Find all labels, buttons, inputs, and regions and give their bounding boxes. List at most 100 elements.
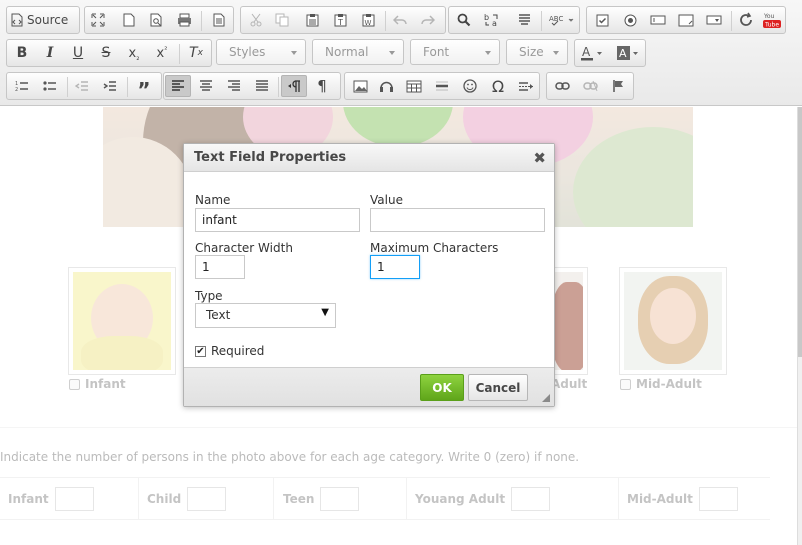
character-width-label: Character Width [195,241,293,255]
numbered-list-button[interactable]: 12 [9,75,35,97]
underline-button[interactable]: U [65,42,91,64]
undo-button[interactable] [387,9,413,31]
table-button[interactable] [401,75,427,97]
outdent-button[interactable] [69,75,95,97]
remove-format-button[interactable]: Tx [183,42,209,64]
indent-button[interactable] [97,75,123,97]
blockquote-button[interactable]: ” [131,75,157,102]
background-color-button[interactable]: A [613,42,645,64]
text-color-icon: A [581,45,602,61]
new-page-button[interactable] [116,9,142,31]
spellcheck-button[interactable]: ABC [545,9,579,31]
format-combo-label: Normal [325,45,369,59]
print-button[interactable] [171,9,197,31]
page-break-button[interactable] [513,75,539,97]
type-select-value: Text [206,308,231,322]
source-icon [11,13,23,27]
find-button[interactable] [451,9,477,31]
preview-button[interactable] [143,9,169,31]
font-combo[interactable]: Font [410,39,500,65]
type-label: Type [195,289,223,303]
required-checkbox[interactable]: ✔ [195,345,206,357]
scrollbar-thumb[interactable] [798,107,802,357]
toolbar-group-align: ¶ [163,72,341,100]
bold-button[interactable]: B [9,42,35,64]
numbered-list-icon: 12 [15,81,28,93]
print-icon [177,13,191,27]
headphones-icon [379,81,393,92]
checkbox-button[interactable] [589,9,615,31]
indent-icon [103,81,116,91]
paste-text-button[interactable]: T [327,9,353,31]
svg-text:A: A [619,47,627,60]
styles-combo[interactable]: Styles [216,39,306,65]
smiley-icon [463,79,477,93]
unlink-icon [582,80,598,92]
svg-text:b: b [484,13,489,22]
align-left-button[interactable] [165,75,191,97]
replace-button[interactable]: ba [479,9,505,31]
redo-icon [421,15,435,25]
refresh-button[interactable] [733,9,759,31]
image-button[interactable] [347,75,373,97]
templates-button[interactable] [206,9,232,31]
vertical-scrollbar[interactable] [797,107,802,545]
type-select[interactable]: Text ▼ [195,303,336,328]
format-combo[interactable]: Normal [312,39,404,65]
audio-button[interactable] [373,75,399,97]
youtube-button[interactable]: You Tube [759,9,785,31]
templates-icon [213,13,225,27]
redo-button[interactable] [415,9,441,31]
size-combo[interactable]: Size [506,39,568,65]
source-button[interactable]: Source [11,9,77,31]
character-width-input[interactable] [195,255,245,279]
close-icon[interactable]: ✖ [533,149,546,167]
select-field-button[interactable] [701,9,727,31]
maximize-button[interactable] [85,9,111,31]
ok-button[interactable]: OK [420,374,464,401]
dialog-title: Text Field Properties [194,150,347,165]
toolbar-group-file [84,6,234,34]
cut-button[interactable] [243,9,269,31]
resize-handle-icon[interactable] [542,394,550,402]
value-input[interactable] [370,208,545,232]
anchor-button[interactable] [605,75,631,97]
text-ltr-button[interactable] [281,75,307,97]
toolbar-group-colors: A A [574,39,646,67]
justify-button[interactable] [249,75,275,97]
cancel-button[interactable]: Cancel [468,374,528,401]
text-rtl-button[interactable]: ¶ [309,75,335,97]
required-option[interactable]: ✔ Required [195,344,264,358]
strikethrough-button[interactable]: S [93,42,119,64]
bulleted-list-icon [43,81,56,91]
copy-button[interactable] [269,9,295,31]
text-field-button[interactable] [645,9,671,31]
radio-button[interactable] [617,9,643,31]
page-break-icon [519,81,533,91]
superscript-button[interactable]: x² [149,42,175,64]
select-all-button[interactable] [511,9,537,31]
value-label: Value [370,193,403,207]
name-input[interactable] [195,208,360,232]
subscript-button[interactable]: x₂ [121,42,147,64]
textarea-button[interactable] [673,9,699,31]
paste-word-button[interactable]: W [355,9,381,31]
text-color-button[interactable]: A [577,42,609,64]
bulleted-list-button[interactable] [37,75,63,97]
source-label: Source [27,13,69,27]
horizontal-rule-button[interactable] [429,75,455,97]
align-center-button[interactable] [193,75,219,97]
link-button[interactable] [549,75,575,97]
special-char-button[interactable]: Ω [485,75,511,97]
align-right-button[interactable] [221,75,247,97]
size-combo-label: Size [519,45,544,59]
italic-button[interactable]: I [37,42,63,64]
select-all-icon [518,14,530,25]
textarea-icon [678,14,694,26]
dialog-title-bar[interactable]: Text Field Properties ✖ [184,144,554,172]
unlink-button[interactable] [577,75,603,97]
smiley-button[interactable] [457,75,483,97]
toolbar-group-forms: You Tube [586,6,786,34]
paste-button[interactable] [299,9,325,31]
maximum-characters-input[interactable] [370,255,420,279]
